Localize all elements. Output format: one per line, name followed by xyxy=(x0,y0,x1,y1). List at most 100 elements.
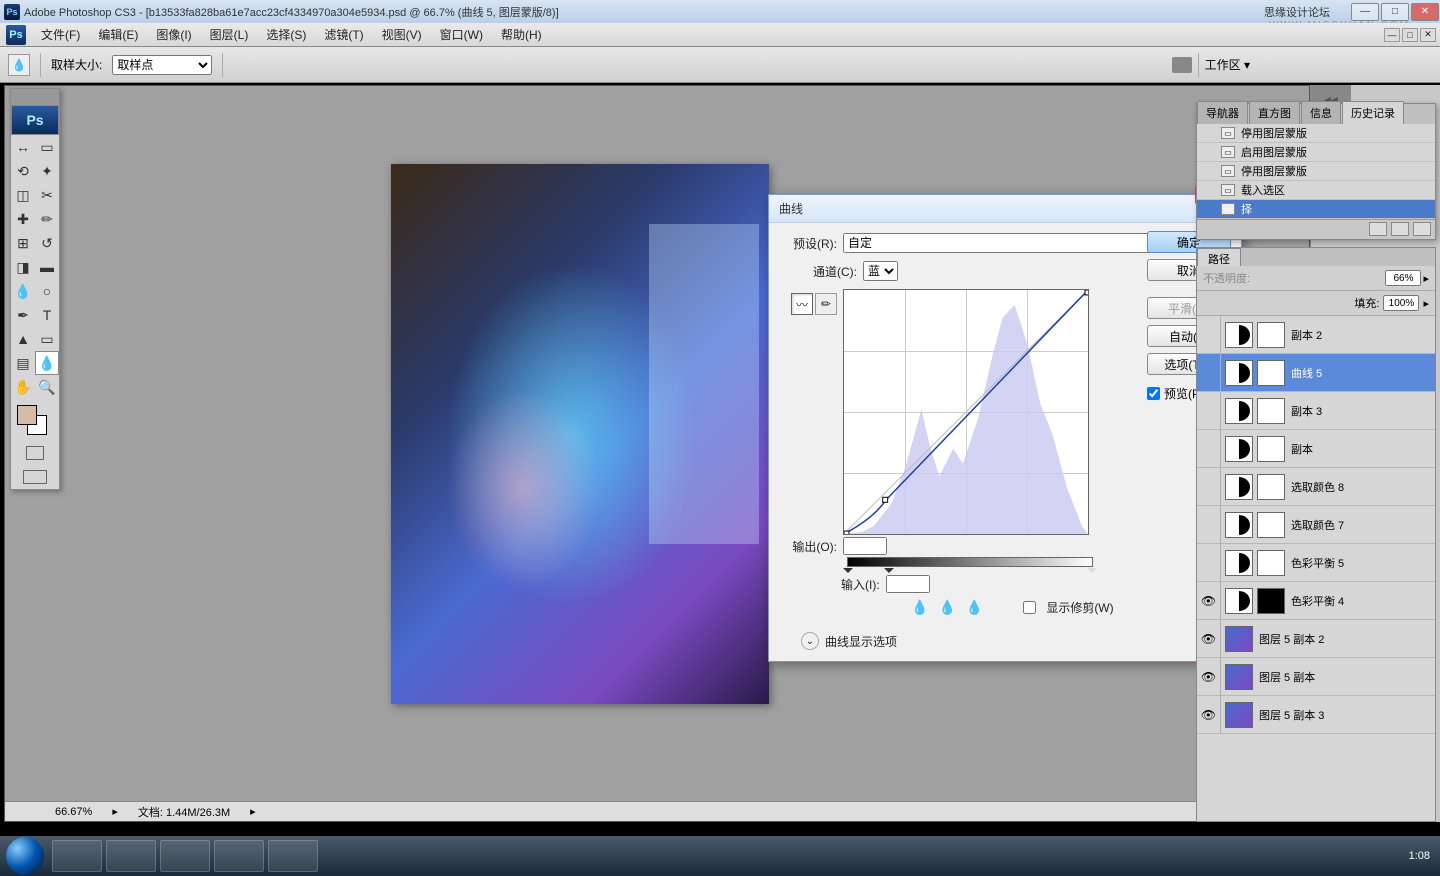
path-select-tool[interactable]: ▲ xyxy=(11,327,35,351)
layer-mask-thumb[interactable] xyxy=(1257,550,1285,576)
start-orb[interactable] xyxy=(6,837,44,875)
sample-size-select[interactable]: 取样点 xyxy=(112,55,212,75)
layer-mask-thumb[interactable] xyxy=(1257,360,1285,386)
channel-select[interactable]: 蓝 xyxy=(863,261,898,281)
type-tool[interactable]: T xyxy=(35,303,59,327)
eyedropper-tool[interactable]: 💧 xyxy=(35,351,59,375)
crop-tool[interactable]: ◫ xyxy=(11,183,35,207)
lasso-tool[interactable]: ⟲ xyxy=(11,159,35,183)
taskbar-item[interactable] xyxy=(160,840,210,872)
black-dropper-icon[interactable]: 💧 xyxy=(911,599,928,616)
history-brush-tool[interactable]: ↺ xyxy=(35,231,59,255)
curves-close-button[interactable]: ✕ xyxy=(1195,186,1241,204)
preview-checkbox[interactable] xyxy=(1147,387,1160,400)
workspace-dropdown[interactable]: 工作区 ▾ xyxy=(1205,56,1250,73)
layer-mask-thumb[interactable] xyxy=(1257,512,1285,538)
display-options-toggle[interactable]: ⌄ xyxy=(801,632,819,650)
menu-image[interactable]: 图像(I) xyxy=(147,26,200,43)
options-button[interactable]: 选项(T)... xyxy=(1147,353,1231,375)
taskbar-item[interactable] xyxy=(106,840,156,872)
move-tool[interactable]: ↔ xyxy=(11,135,35,159)
dock-tools-icon[interactable]: ✂ xyxy=(1311,175,1351,205)
dock-grid-icon[interactable]: ▦ xyxy=(1311,115,1351,145)
dock-tab-icon[interactable]: ◂◂ xyxy=(1311,85,1351,115)
ok-button[interactable]: 确定 xyxy=(1147,231,1231,253)
menu-file[interactable]: 文件(F) xyxy=(32,26,89,43)
doc-minimize-button[interactable]: — xyxy=(1384,28,1400,42)
pencil-mode-icon[interactable]: ✏ xyxy=(815,293,837,315)
curves-graph[interactable] xyxy=(843,289,1089,535)
brush-tool[interactable]: ✏ xyxy=(35,207,59,231)
slice-tool[interactable]: ✂ xyxy=(35,183,59,207)
notes-tool[interactable]: ▤ xyxy=(11,351,35,375)
cancel-button[interactable]: 取消 xyxy=(1147,259,1231,281)
hand-tool[interactable]: ✋ xyxy=(11,375,35,399)
maximize-button[interactable]: □ xyxy=(1381,3,1409,21)
curve-mode-icon[interactable]: 〰 xyxy=(791,293,813,315)
camera-icon[interactable] xyxy=(1172,57,1192,73)
heal-tool[interactable]: ✚ xyxy=(11,207,35,231)
tab-navigator[interactable]: 导航器 xyxy=(1197,101,1248,124)
status-arrow: ▸ xyxy=(250,805,256,818)
marquee-tool[interactable]: ▭ xyxy=(35,135,59,159)
preset-label: 预设(R): xyxy=(781,235,837,252)
zoom-tool[interactable]: 🔍 xyxy=(35,375,59,399)
menu-layer[interactable]: 图层(L) xyxy=(201,26,258,43)
dodge-tool[interactable]: ○ xyxy=(35,279,59,303)
layer-thumb[interactable] xyxy=(1225,702,1253,728)
document-image[interactable] xyxy=(391,164,769,704)
menu-edit[interactable]: 编辑(E) xyxy=(89,26,147,43)
close-button[interactable]: ✕ xyxy=(1411,3,1439,21)
toolbox-grip[interactable] xyxy=(11,89,59,105)
menu-select[interactable]: 选择(S) xyxy=(257,26,315,43)
zoom-level[interactable]: 66.67% xyxy=(55,806,92,818)
layer-mask-thumb[interactable] xyxy=(1257,588,1285,614)
minimize-button[interactable]: — xyxy=(1351,3,1379,21)
auto-button[interactable]: 自动(A) xyxy=(1147,325,1231,347)
gradient-tool[interactable]: ▬ xyxy=(35,255,59,279)
window-titlebar: Ps Adobe Photoshop CS3 - [b13533fa828ba6… xyxy=(0,0,1440,23)
pen-tool[interactable]: ✒ xyxy=(11,303,35,327)
system-clock[interactable]: 1:08 xyxy=(1409,850,1440,863)
preview-label: 预览(P) xyxy=(1164,385,1204,402)
color-swatch[interactable] xyxy=(11,399,59,441)
tool-preset-icon[interactable]: 💧 xyxy=(8,54,30,76)
visibility-toggle[interactable]: 👁 xyxy=(1197,696,1221,733)
menu-window[interactable]: 窗口(W) xyxy=(431,26,492,43)
toolbox: Ps ↔▭ ⟲✦ ◫✂ ✚✏ ⊞↺ ◨▬ 💧○ ✒T ▲▭ ▤💧 ✋🔍 xyxy=(10,88,60,490)
doc-close-button[interactable]: ✕ xyxy=(1420,28,1436,42)
visibility-toggle[interactable]: 👁 xyxy=(1197,658,1221,695)
right-dock: ◂◂ ▦ ▶ ✂ xyxy=(1310,85,1440,822)
menu-filter[interactable]: 滤镜(T) xyxy=(315,26,372,43)
dock-play-icon[interactable]: ▶ xyxy=(1311,145,1351,175)
input-label: 输入(I): xyxy=(841,576,880,593)
curves-titlebar[interactable]: 曲线 ✕ xyxy=(769,195,1241,223)
show-clipping-checkbox[interactable] xyxy=(1023,601,1036,614)
output-input[interactable] xyxy=(843,537,887,555)
shape-tool[interactable]: ▭ xyxy=(35,327,59,351)
taskbar-item[interactable] xyxy=(214,840,264,872)
screenmode-toggle[interactable] xyxy=(11,465,59,489)
layer-thumb[interactable] xyxy=(1225,664,1253,690)
input-gradient[interactable] xyxy=(847,557,1093,567)
gray-dropper-icon[interactable]: 💧 xyxy=(938,599,955,616)
layer-mask-thumb[interactable] xyxy=(1257,436,1285,462)
taskbar-item[interactable] xyxy=(268,840,318,872)
menu-view[interactable]: 视图(V) xyxy=(373,26,431,43)
taskbar-item[interactable] xyxy=(52,840,102,872)
stamp-tool[interactable]: ⊞ xyxy=(11,231,35,255)
wand-tool[interactable]: ✦ xyxy=(35,159,59,183)
smooth-button[interactable]: 平滑(M) xyxy=(1147,297,1231,319)
layer-mask-thumb[interactable] xyxy=(1257,322,1285,348)
eraser-tool[interactable]: ◨ xyxy=(11,255,35,279)
blur-tool[interactable]: 💧 xyxy=(11,279,35,303)
tab-histogram[interactable]: 直方图 xyxy=(1249,101,1300,124)
quickmask-toggle[interactable] xyxy=(11,441,59,465)
doc-restore-button[interactable]: □ xyxy=(1402,28,1418,42)
show-clipping-label: 显示修剪(W) xyxy=(1046,599,1113,616)
display-options-label: 曲线显示选项 xyxy=(825,633,897,650)
layer-mask-thumb[interactable] xyxy=(1257,398,1285,424)
white-dropper-icon[interactable]: 💧 xyxy=(966,599,983,616)
menu-help[interactable]: 帮助(H) xyxy=(492,26,551,43)
layer-mask-thumb[interactable] xyxy=(1257,474,1285,500)
